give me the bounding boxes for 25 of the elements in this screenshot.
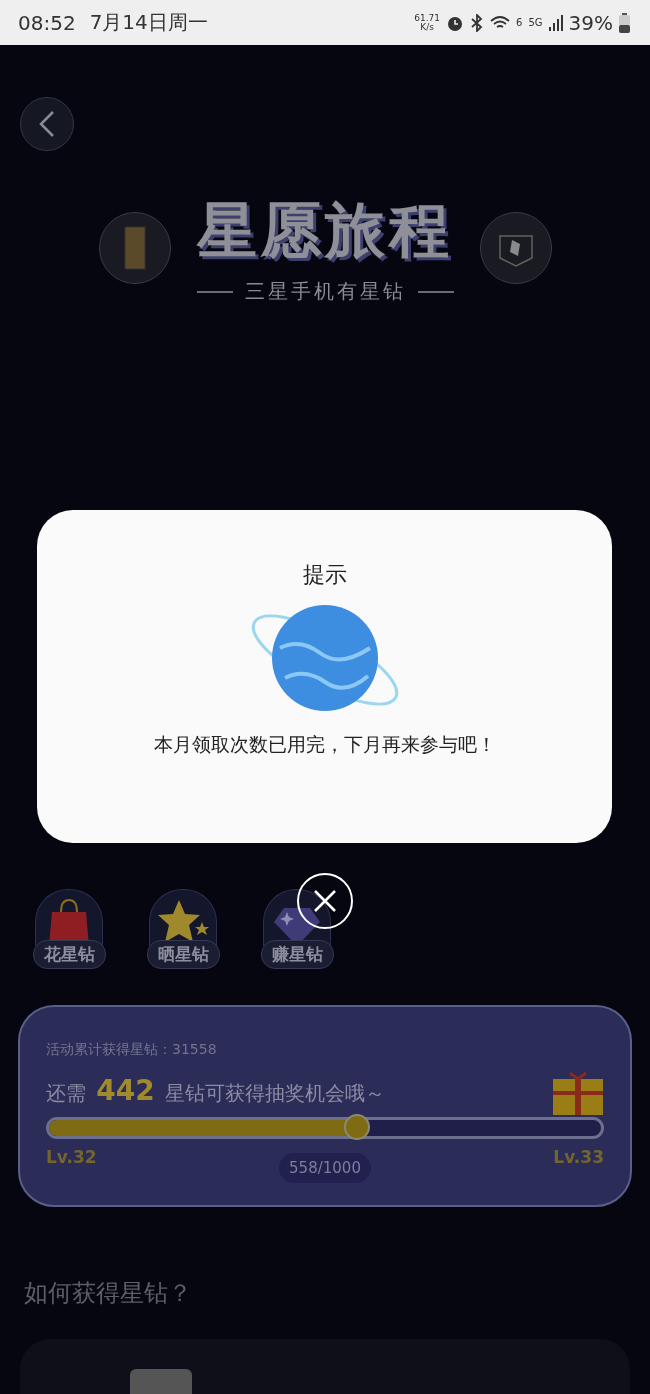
network-type-label: 5G xyxy=(528,17,543,28)
status-time: 08:52 xyxy=(18,10,76,35)
back-button[interactable] xyxy=(20,97,74,151)
progress-reading: 558/1000 xyxy=(279,1153,371,1183)
status-date: 7月14日周一 xyxy=(89,9,208,36)
bluetooth-icon xyxy=(470,13,485,32)
progress-message: 还需 442 星钻可获得抽奖机会哦～ xyxy=(46,1073,386,1107)
next-level: Lv.33 xyxy=(553,1147,604,1167)
network-speed-unit: K/s xyxy=(420,22,434,32)
network-speed-value: 61.71 xyxy=(414,13,441,23)
battery-percent: 39% xyxy=(568,10,613,35)
wifi-label: 6 xyxy=(516,17,523,28)
signal-icon xyxy=(548,14,563,31)
banner-subtitle: 三星手机有星钻 xyxy=(244,278,406,305)
close-icon xyxy=(313,889,337,913)
dialog-message: 本月领取次数已用完，下月再来参与吧！ xyxy=(153,732,496,757)
battery-icon xyxy=(619,12,630,33)
section-heading: 如何获得星钻？ xyxy=(24,1278,193,1309)
back-chevron-icon xyxy=(39,110,55,138)
current-level: Lv.32 xyxy=(46,1147,97,1167)
wifi-icon xyxy=(490,14,511,31)
total-earned-text: 活动累计获得星钻：31558 xyxy=(46,1041,218,1059)
close-button[interactable] xyxy=(297,873,353,929)
banner-title: 星愿旅程 xyxy=(197,194,453,267)
dialog-title: 提示 xyxy=(302,561,347,589)
